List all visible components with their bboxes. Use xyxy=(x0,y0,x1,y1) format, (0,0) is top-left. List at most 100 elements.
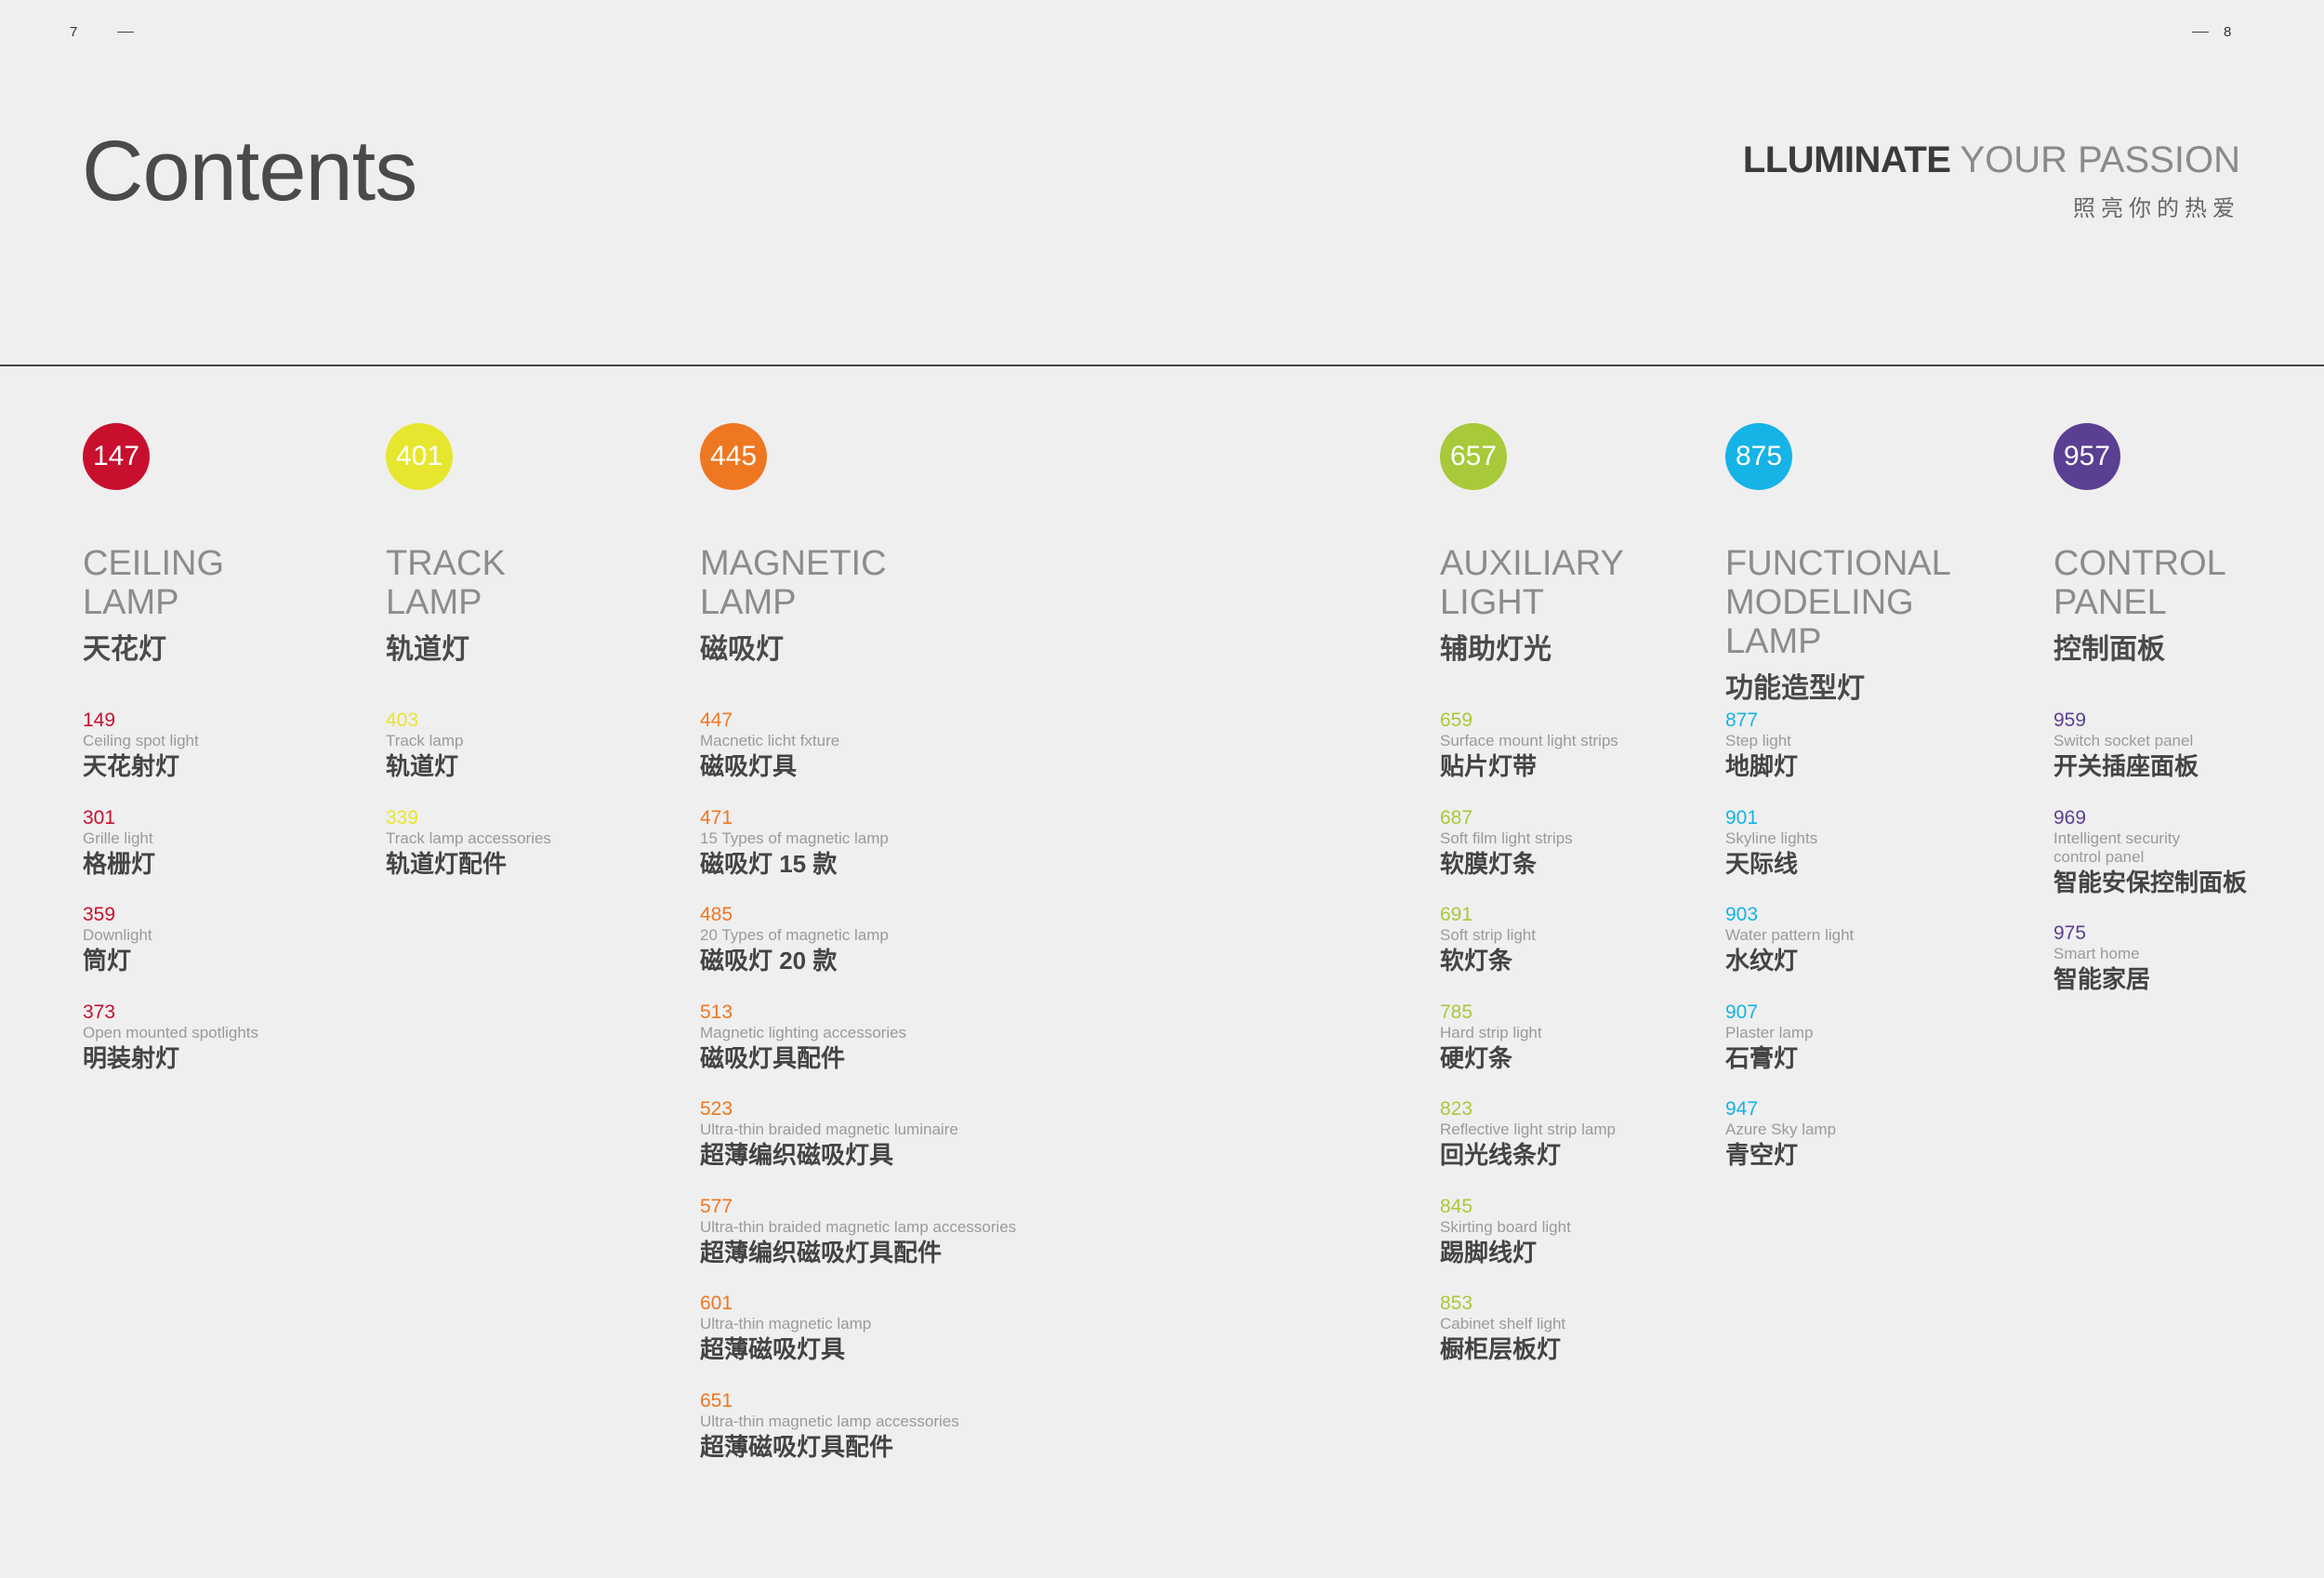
list-item[interactable]: 471 15 Types of magnetic lamp 磁吸灯 15 款 xyxy=(700,807,1183,905)
item-page-number: 447 xyxy=(700,709,733,731)
list-item[interactable]: 359 Downlight 筒灯 xyxy=(83,904,473,1001)
item-name-cn: 筒灯 xyxy=(83,947,132,975)
list-item[interactable]: 877 Step light 地脚灯 xyxy=(1725,709,2004,807)
category-title-cn: 功能造型灯 xyxy=(1725,673,1865,704)
item-name-en: Ultra-thin braided magnetic luminaire xyxy=(700,1121,958,1138)
page-badge: 657 xyxy=(1440,423,1507,490)
list-item[interactable]: 513 Magnetic lighting accessories 磁吸灯具配件 xyxy=(700,1001,1183,1099)
slogan: LLUMINATE YOUR PASSION 照亮你的热爱 xyxy=(1743,141,2240,222)
item-name-en: 20 Types of magnetic lamp xyxy=(700,926,889,944)
list-item[interactable]: 523 Ultra-thin braided magnetic luminaire… xyxy=(700,1098,1183,1196)
list-item[interactable]: 823 Reflective light strip lamp 回光线条灯 xyxy=(1440,1098,1719,1196)
item-name-en: Ultra-thin magnetic lamp xyxy=(700,1315,872,1333)
slogan-en: LLUMINATE YOUR PASSION xyxy=(1743,141,2240,179)
page-title: Contents xyxy=(82,124,417,219)
item-page-number: 947 xyxy=(1725,1098,1759,1120)
item-name-cn: 超薄磁吸灯具配件 xyxy=(700,1432,894,1461)
item-list: 959 Switch socket panel 开关插座面板 969 Intellig… xyxy=(2053,709,2277,1019)
list-item[interactable]: 901 Skyline lights 天际线 xyxy=(1725,807,2004,905)
category-title-en: AUXILIARY LIGHT xyxy=(1440,544,1624,622)
list-item[interactable]: 959 Switch socket panel 开关插座面板 xyxy=(2053,709,2277,807)
item-page-number: 969 xyxy=(2053,806,2087,829)
list-item[interactable]: 785 Hard strip light 硬灯条 xyxy=(1440,1001,1719,1099)
list-item[interactable]: 485 20 Types of magnetic lamp 磁吸灯 20 款 xyxy=(700,904,1183,1001)
item-name-cn: 踢脚线灯 xyxy=(1440,1238,1538,1266)
item-name-cn: 超薄编织磁吸灯具 xyxy=(700,1141,894,1169)
list-item[interactable]: 947 Azure Sky lamp 青空灯 xyxy=(1725,1098,2004,1196)
item-page-number: 513 xyxy=(700,1001,733,1023)
page-badge: 147 xyxy=(83,423,150,490)
item-name-cn: 软膜灯条 xyxy=(1440,849,1538,878)
list-item[interactable]: 907 Plaster lamp 石膏灯 xyxy=(1725,1001,2004,1099)
item-name-cn: 智能安保控制面板 xyxy=(2053,868,2248,896)
list-item[interactable]: 447 Macnetic licht fxture 磁吸灯具 xyxy=(700,709,1183,807)
category-title-en: TRACK LAMP xyxy=(386,544,506,622)
item-page-number: 785 xyxy=(1440,1001,1473,1023)
category-title-cn: 天花灯 xyxy=(83,634,166,665)
category-title-en: MAGNETIC LAMP xyxy=(700,544,887,622)
item-page-number: 601 xyxy=(700,1293,733,1314)
slogan-light: YOUR PASSION xyxy=(1960,139,2240,180)
page-number-right: 8 xyxy=(2224,24,2232,40)
category-title-en: FUNCTIONAL MODELING LAMP xyxy=(1725,544,1951,661)
list-item[interactable]: 577 Ultra-thin braided magnetic lamp acce… xyxy=(700,1196,1183,1293)
list-item[interactable]: 651 Ultra-thin magnetic lamp accessories 超… xyxy=(700,1390,1183,1488)
list-item[interactable]: 845 Skirting board light 踢脚线灯 xyxy=(1440,1196,1719,1293)
item-page-number: 901 xyxy=(1725,806,1759,829)
category-auxiliary-light: 657 AUXILIARY LIGHT 辅助灯光 659 Surface moun… xyxy=(1440,423,1624,1363)
list-item[interactable]: 975 Smart home 智能家居 xyxy=(2053,922,2277,1020)
item-name-en: Step light xyxy=(1725,732,1791,749)
item-page-number: 687 xyxy=(1440,806,1473,829)
item-name-en: Skyline lights xyxy=(1725,829,1818,847)
list-item[interactable]: 969 Intelligent security control panel 智能安… xyxy=(2053,807,2277,922)
list-item[interactable]: 903 Water pattern light 水纹灯 xyxy=(1725,904,2004,1001)
item-name-en: Downlight xyxy=(83,926,152,944)
item-name-cn: 水纹灯 xyxy=(1725,947,1799,975)
item-name-en: Cabinet shelf light xyxy=(1440,1315,1566,1333)
list-item[interactable]: 687 Soft film light strips 软膜灯条 xyxy=(1440,807,1719,905)
item-page-number: 903 xyxy=(1725,904,1759,925)
item-page-number: 853 xyxy=(1440,1293,1473,1314)
item-name-cn: 超薄编织磁吸灯具配件 xyxy=(700,1238,943,1266)
category-title-cn: 轨道灯 xyxy=(386,634,469,665)
item-page-number: 691 xyxy=(1440,904,1473,925)
divider-dash xyxy=(2192,32,2209,33)
list-item[interactable]: 691 Soft strip light 软灯条 xyxy=(1440,904,1719,1001)
item-name-cn: 石膏灯 xyxy=(1725,1043,1799,1072)
item-name-cn: 青空灯 xyxy=(1725,1141,1799,1169)
item-page-number: 907 xyxy=(1725,1001,1759,1023)
category-control-panel: 957 CONTROL PANEL 控制面板 959 Switch socket … xyxy=(2053,423,2247,993)
item-name-cn: 磁吸灯具 xyxy=(700,752,798,780)
item-name-cn: 超薄磁吸灯具 xyxy=(700,1335,846,1363)
item-name-en: Macnetic licht fxture xyxy=(700,732,840,749)
item-name-cn: 软灯条 xyxy=(1440,947,1513,975)
item-name-en: Open mounted spotlights xyxy=(83,1023,259,1041)
slogan-cn: 照亮你的热爱 xyxy=(2073,196,2240,221)
slogan-bold: LLUMINATE xyxy=(1742,139,1951,180)
list-item[interactable]: 659 Surface mount light strips 贴片灯带 xyxy=(1440,709,1719,807)
item-name-en: Surface mount light strips xyxy=(1440,732,1618,749)
item-name-en: Magnetic lighting accessories xyxy=(700,1023,907,1041)
item-name-cn: 开关插座面板 xyxy=(2053,752,2199,780)
item-name-en: Smart home xyxy=(2053,944,2140,962)
item-page-number: 959 xyxy=(2053,709,2087,731)
page-badge: 445 xyxy=(700,423,767,490)
item-page-number: 659 xyxy=(1440,709,1473,731)
item-page-number: 845 xyxy=(1440,1195,1473,1217)
list-item[interactable]: 853 Cabinet shelf light 橱柜层板灯 xyxy=(1440,1293,1719,1390)
item-page-number: 359 xyxy=(83,904,116,925)
category-magnetic-lamp: 445 MAGNETIC LAMP 磁吸灯 447 Macnetic licht … xyxy=(700,423,1016,1461)
header-rule xyxy=(0,365,2324,366)
item-name-en: Hard strip light xyxy=(1440,1023,1542,1041)
category-track-lamp: 401 TRACK LAMP 轨道灯 403 Track lamp 轨道灯 339 T… xyxy=(386,423,551,878)
item-name-cn: 贴片灯带 xyxy=(1440,752,1538,780)
category-title-cn: 辅助灯光 xyxy=(1440,634,1552,665)
item-name-en: Azure Sky lamp xyxy=(1725,1121,1837,1138)
page-badge: 875 xyxy=(1725,423,1792,490)
list-item[interactable]: 601 Ultra-thin magnetic lamp 超薄磁吸灯具 xyxy=(700,1293,1183,1390)
item-list: 659 Surface mount light strips 贴片灯带 687 Sof… xyxy=(1440,709,1719,1390)
list-item[interactable]: 373 Open mounted spotlights 明装射灯 xyxy=(83,1001,473,1099)
page-number-left: 7 xyxy=(70,24,78,40)
item-page-number: 471 xyxy=(700,806,733,829)
item-name-cn: 智能家居 xyxy=(2053,964,2151,993)
